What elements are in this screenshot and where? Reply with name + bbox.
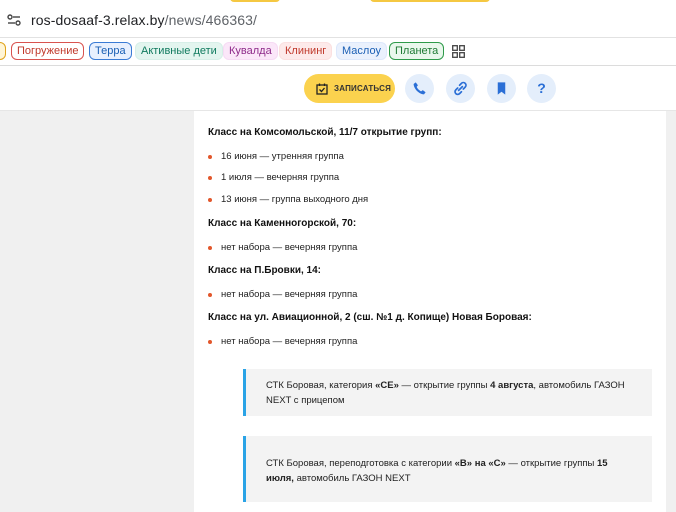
quote-fragment: СТК Боровая, переподготовка с категории	[266, 458, 455, 469]
link-icon	[454, 81, 467, 96]
bullet	[208, 246, 212, 250]
quote-fragment: — открытие группы	[398, 380, 491, 391]
apps-grid-icon[interactable]	[452, 45, 465, 58]
list-item: 13 июня — группа выходного дня	[221, 194, 369, 205]
quote-bold: «В» на «С»	[454, 458, 506, 469]
phone-icon	[413, 82, 426, 95]
list-item: нет набора — вечерняя группа	[221, 289, 358, 300]
help-button[interactable]: ?	[527, 74, 556, 103]
list-item: 1 июля — вечерняя группа	[221, 172, 340, 183]
bookmark-item[interactable]: Кувалда	[223, 42, 278, 60]
help-icon: ?	[537, 80, 546, 96]
signup-label: ЗАПИСАТЬСЯ	[334, 84, 392, 93]
bookmark-item[interactable]: Активные дети	[135, 42, 223, 60]
section-heading: Класс на ул. Авиационной, 2 (сш. №1 д. К…	[208, 312, 532, 323]
bookmark-item[interactable]: Терра	[89, 42, 132, 60]
bookmark-button[interactable]	[487, 74, 516, 103]
site-action-bar: ЗАПИСАТЬСЯ ?	[0, 66, 676, 111]
phone-button[interactable]	[405, 74, 434, 103]
section-heading: Класс на Каменногорской, 70:	[208, 218, 357, 229]
list-item: нет набора — вечерняя группа	[221, 242, 358, 253]
link-button[interactable]	[446, 74, 475, 103]
tab-strip-fragment	[370, 0, 490, 2]
bookmark-item[interactable]: Маслоу	[336, 42, 387, 60]
bookmark-item[interactable]: Клининг	[279, 42, 333, 60]
signup-button[interactable]: ЗАПИСАТЬСЯ	[304, 74, 395, 103]
announcement-quote: СТК Боровая, категория «СЕ» — открытие г…	[243, 369, 652, 416]
quote-fragment: автомобиль ГАЗОН NEXT	[293, 473, 411, 484]
calendar-check-icon	[316, 83, 328, 95]
bullet	[208, 340, 212, 344]
section-heading: Класс на Комсомольской, 11/7 открытие гр…	[208, 127, 442, 138]
list-item: 16 июня — утренняя группа	[221, 151, 344, 162]
bookmark-item[interactable]: Планета	[389, 42, 445, 60]
url-host: ros-dosaaf-3.relax.by	[31, 12, 165, 28]
quote-fragment: — открытие группы	[505, 458, 597, 469]
bullet	[208, 293, 212, 297]
url-field[interactable]: ros-dosaaf-3.relax.by/news/466363/	[31, 12, 257, 28]
url-path: /news/466363/	[164, 12, 257, 28]
bookmark-item[interactable]: Погружение	[11, 42, 85, 60]
quote-fragment: СТК Боровая, категория	[266, 380, 376, 391]
tab-strip-fragment	[230, 0, 280, 2]
quote-bold: 4 августа	[490, 380, 534, 391]
bullet	[208, 198, 212, 202]
bullet	[208, 176, 212, 180]
bookmarks-bar: Погружение Терра Активные дети Кувалда К…	[0, 38, 676, 66]
site-info-icon[interactable]	[7, 13, 21, 26]
address-bar: ros-dosaaf-3.relax.by/news/466363/	[0, 0, 676, 38]
article-content: Класс на Комсомольской, 11/7 открытие гр…	[194, 111, 666, 512]
bullet	[208, 155, 212, 159]
bookmark-partial[interactable]	[0, 42, 6, 60]
quote-bold: «СЕ»	[375, 380, 399, 391]
section-heading: Класс на П.Бровки, 14:	[208, 265, 321, 276]
list-item: нет набора — вечерняя группа	[221, 336, 358, 347]
bookmark-icon	[497, 82, 506, 95]
quote-text: СТК Боровая, категория «СЕ» — открытие г…	[266, 378, 636, 408]
announcement-quote: СТК Боровая, переподготовка с категории …	[243, 436, 652, 502]
quote-text: СТК Боровая, переподготовка с категории …	[266, 456, 636, 486]
